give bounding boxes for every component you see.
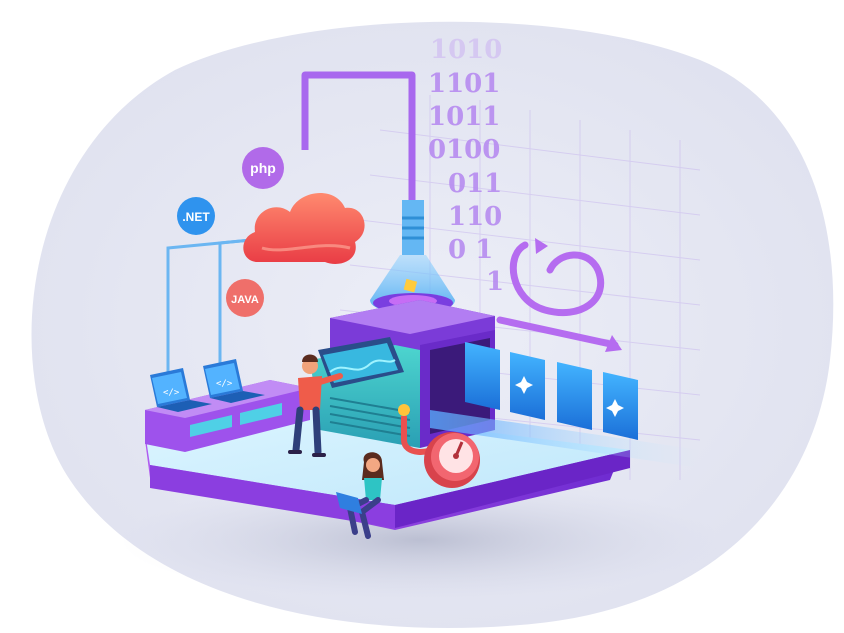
php-badge: php [242, 147, 284, 189]
artifact-card [557, 362, 592, 430]
binary-row: 1011 [428, 102, 500, 132]
devops-illustration: 1010 1101 1011 0100 011 110 0 1 1 </> </ [31, 21, 834, 629]
binary-row: 1101 [428, 69, 500, 99]
binary-row: 110 [448, 202, 502, 232]
artifact-card [510, 352, 545, 420]
binary-row: 011 [448, 169, 502, 199]
svg-text:JAVA: JAVA [231, 294, 259, 306]
binary-row: 1 [486, 267, 504, 297]
binary-row: 0 1 [448, 235, 493, 265]
binary-row: 1010 [430, 35, 502, 65]
java-badge: JAVA [226, 279, 264, 317]
binary-row: 0100 [428, 135, 500, 165]
artifact-card [603, 372, 638, 440]
net-badge: .NET [177, 197, 215, 235]
svg-text:</>: </> [163, 388, 180, 398]
svg-text:php: php [250, 160, 276, 176]
artifact-card [465, 342, 500, 410]
svg-text:.NET: .NET [182, 210, 210, 224]
svg-text:</>: </> [216, 379, 233, 389]
gauge-icon [424, 432, 480, 488]
